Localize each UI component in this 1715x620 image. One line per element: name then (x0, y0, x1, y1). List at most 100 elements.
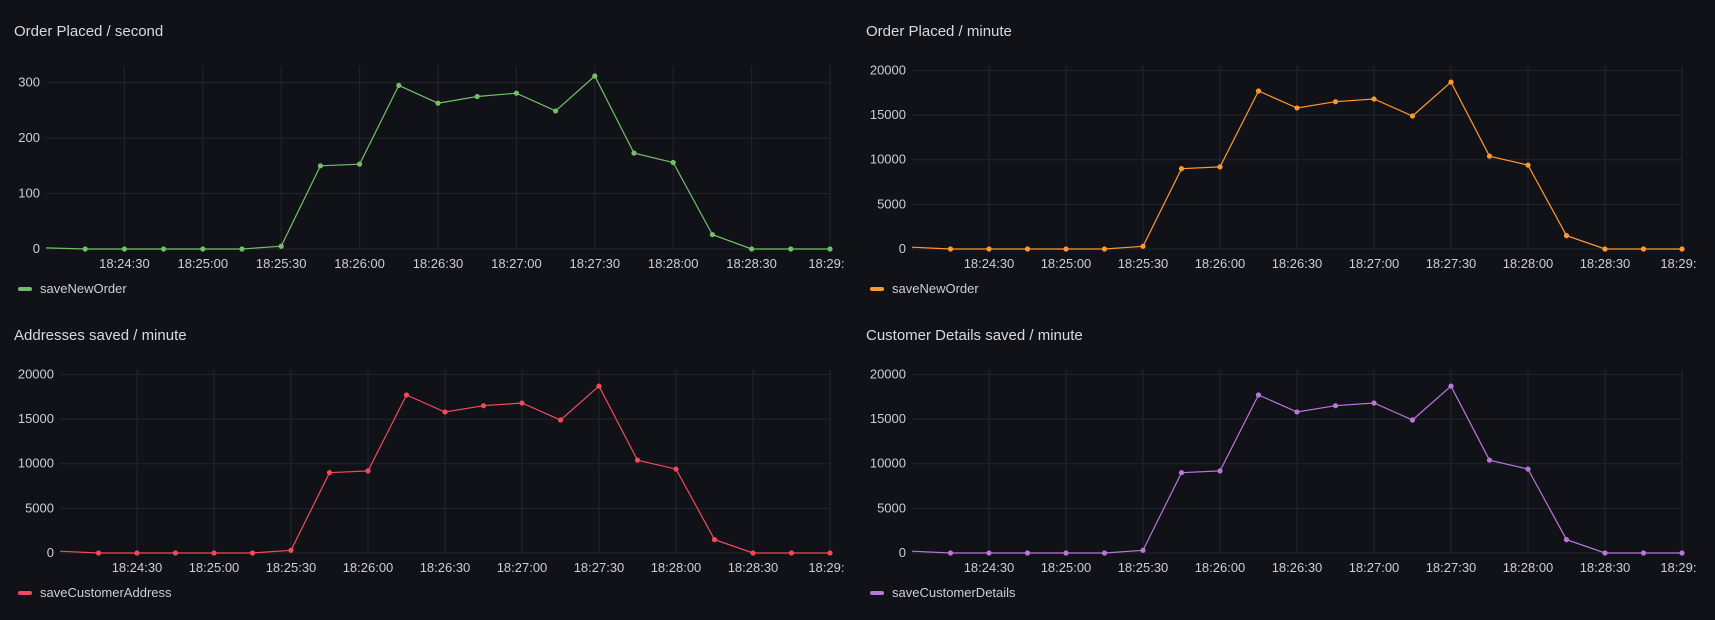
data-point (365, 468, 371, 474)
data-point (357, 161, 363, 167)
data-point (1371, 400, 1377, 406)
data-point (1371, 96, 1377, 102)
data-point (278, 243, 284, 249)
x-tick-label: 18:28:30 (1580, 560, 1631, 575)
x-tick-label: 18:25:00 (189, 560, 240, 575)
data-point (513, 90, 520, 96)
x-tick-label: 18:28:30 (726, 256, 777, 271)
data-point (249, 550, 256, 556)
y-tick-label: 0 (899, 545, 906, 560)
y-tick-label: 10000 (870, 456, 906, 471)
y-tick-label: 20000 (870, 62, 906, 77)
data-point (211, 550, 217, 556)
data-point (1563, 537, 1570, 543)
x-tick-label: 18:25:00 (1041, 560, 1092, 575)
data-point (1101, 550, 1108, 556)
data-point (1332, 99, 1339, 105)
data-point (435, 100, 441, 106)
chart-addresses-saved-per-minute[interactable]: 0 5000 10000 15000 20000 18:24:30 18:25:00 18:2… (0, 304, 845, 604)
y-tick-label: 0 (47, 545, 54, 560)
x-tick-label: 18:25:30 (256, 256, 307, 271)
data-point (1640, 246, 1647, 252)
data-point (239, 246, 245, 252)
data-point (986, 246, 992, 252)
y-tick-label: 15000 (870, 107, 906, 122)
chart-order-placed-per-second[interactable]: 0 100 200 300 18:24:30 18:25:00 18:25:30 18:26:… (0, 0, 845, 300)
data-point (1640, 550, 1647, 556)
data-point (326, 470, 333, 476)
data-point (1217, 468, 1223, 474)
legend-item-saveNewOrder[interactable]: saveNewOrder (870, 281, 979, 296)
data-point (172, 550, 179, 556)
x-tick-label: 18:27:00 (1349, 560, 1400, 575)
data-point (1217, 164, 1223, 170)
x-tick-label: 18:27:30 (1426, 256, 1477, 271)
legend-swatch (870, 590, 884, 595)
x-tick-label: 18:27:00 (497, 560, 548, 575)
chart-customer-details-saved-per-minute[interactable]: 0 5000 10000 15000 20000 18:24:30 18:25:00 18:2… (852, 304, 1697, 604)
x-tick-label: 18:27:30 (574, 560, 625, 575)
data-point (749, 246, 755, 252)
data-point (95, 550, 102, 556)
data-point (474, 93, 480, 100)
chart-order-placed-per-minute[interactable]: 0 5000 10000 15000 20000 18:24:30 18:25:00 18:2… (852, 0, 1697, 300)
y-tick-label: 20000 (18, 366, 54, 381)
legend-item-saveCustomerAddress[interactable]: saveCustomerAddress (18, 585, 172, 600)
data-point (1063, 550, 1069, 556)
dashboard: Order Placed / second 0 100 200 300 18:24:30… (0, 0, 1715, 620)
y-tick-label: 200 (18, 130, 40, 145)
legend-item-saveCustomerDetails[interactable]: saveCustomerDetails (870, 585, 1016, 600)
x-tick-label: 18:25:00 (177, 256, 228, 271)
data-point (986, 550, 992, 556)
data-point (1679, 550, 1685, 556)
data-point (1024, 246, 1031, 252)
y-tick-label: 20000 (870, 366, 906, 381)
x-tick-label: 18:26:30 (1272, 560, 1323, 575)
data-point (631, 150, 637, 156)
data-point (1525, 162, 1531, 168)
data-point (200, 246, 206, 252)
x-tick-label: 18:24:30 (112, 560, 163, 575)
panel-customer-details-saved-per-minute[interactable]: Customer Details saved / minute 0 5000 100… (852, 304, 1697, 604)
data-point (1024, 550, 1031, 556)
data-point (1448, 79, 1454, 85)
data-point (1563, 233, 1570, 239)
data-point (161, 246, 167, 252)
data-point (711, 537, 718, 543)
data-point (827, 246, 833, 252)
x-tick-label: 18:25:30 (1118, 256, 1169, 271)
y-tick-label: 300 (18, 75, 40, 90)
x-tick-label: 18:29:0 (808, 256, 845, 271)
data-point (1486, 457, 1493, 463)
panel-order-placed-per-minute[interactable]: Order Placed / minute 0 5000 10000 15000 200… (852, 0, 1697, 300)
data-point (592, 73, 598, 79)
y-tick-label: 10000 (870, 152, 906, 167)
data-point (1602, 550, 1608, 556)
legend-swatch (18, 590, 32, 595)
x-tick-label: 18:24:30 (99, 256, 150, 271)
y-tick-label: 100 (18, 186, 40, 201)
y-tick-label: 5000 (877, 196, 906, 211)
x-tick-label: 18:28:00 (1503, 560, 1554, 575)
y-tick-label: 0 (33, 241, 40, 256)
legend-label: saveCustomerDetails (892, 585, 1016, 600)
data-point (134, 550, 140, 556)
x-tick-label: 18:29:0 (808, 560, 845, 575)
data-point (317, 163, 323, 169)
x-tick-label: 18:29:0 (1660, 256, 1697, 271)
data-point (1101, 246, 1108, 252)
data-point (1486, 153, 1493, 159)
legend-swatch (870, 286, 884, 291)
x-tick-label: 18:28:00 (648, 256, 699, 271)
panel-order-placed-per-second[interactable]: Order Placed / second 0 100 200 300 18:24:30… (0, 0, 845, 300)
legend-item-saveNewOrder[interactable]: saveNewOrder (18, 281, 127, 296)
x-tick-label: 18:26:30 (1272, 256, 1323, 271)
data-point (1409, 417, 1416, 423)
x-tick-label: 18:28:00 (1503, 256, 1554, 271)
data-point (788, 246, 794, 252)
panel-addresses-saved-per-minute[interactable]: Addresses saved / minute 0 5000 10000 15000… (0, 304, 845, 604)
x-tick-label: 18:28:30 (728, 560, 779, 575)
y-tick-label: 15000 (870, 411, 906, 426)
legend-label: saveNewOrder (40, 281, 127, 296)
x-tick-label: 18:27:30 (1426, 560, 1477, 575)
